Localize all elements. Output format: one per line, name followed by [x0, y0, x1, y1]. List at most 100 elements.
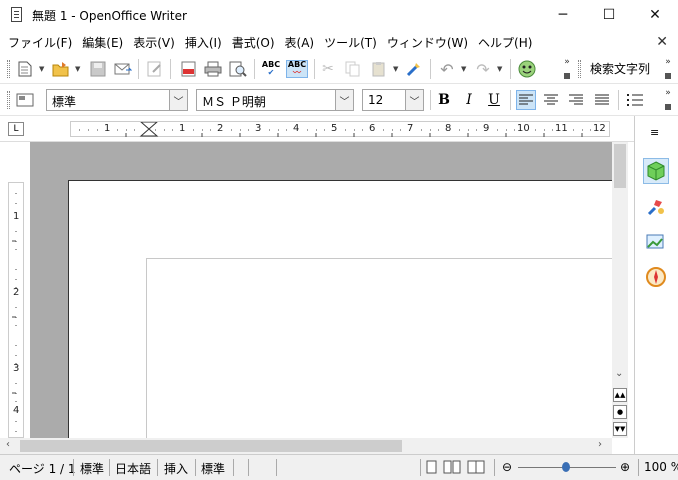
numbering-icon[interactable]	[625, 90, 645, 110]
open-dropdown-icon[interactable]: ▼	[75, 65, 80, 73]
align-center-button[interactable]	[541, 90, 561, 110]
clone-formatting-icon[interactable]	[405, 60, 423, 78]
menu-file[interactable]: ファイル(F)	[3, 34, 77, 51]
vertical-scroll-thumb[interactable]	[614, 144, 626, 188]
zoom-slider-handle[interactable]	[562, 462, 570, 472]
redo-icon[interactable]: ↷	[474, 60, 492, 79]
scroll-down-arrow-icon[interactable]: ⌄	[615, 368, 623, 379]
horizontal-scrollbar[interactable]: ‹ ›	[0, 438, 612, 454]
tab-stop-selector[interactable]: L	[8, 122, 24, 136]
toolbar-separator	[170, 59, 171, 79]
toolbar-grip[interactable]	[7, 91, 10, 109]
styles-icon[interactable]	[643, 194, 669, 220]
document-area[interactable]	[30, 142, 612, 438]
minimize-button[interactable]: ─	[540, 0, 586, 30]
navigator-smiley-icon[interactable]	[518, 60, 536, 78]
redo-dropdown-icon[interactable]: ▼	[497, 65, 502, 73]
scroll-right-arrow-icon[interactable]: ›	[598, 439, 602, 450]
zoom-level[interactable]: 100 %	[644, 460, 678, 474]
toolbar-overflow-icon[interactable]: »	[562, 57, 572, 81]
find-toolbar-overflow-icon[interactable]: »	[663, 57, 673, 81]
sidebar-menu-icon[interactable]: ≡	[650, 126, 659, 139]
insert-mode-indicator[interactable]: 挿入	[164, 460, 188, 477]
undo-icon[interactable]: ↶	[438, 60, 456, 79]
scroll-left-arrow-icon[interactable]: ‹	[6, 439, 10, 450]
underline-button[interactable]: U	[484, 90, 504, 110]
copy-icon[interactable]	[344, 60, 362, 78]
vertical-scrollbar[interactable]: ⌄ ▲▲ ● ▼▼	[612, 142, 628, 438]
paste-dropdown-icon[interactable]: ▼	[393, 65, 398, 73]
bold-button[interactable]: B	[434, 90, 454, 110]
ruler-strip[interactable]: 1 1 2 3 4 5 6 7 8 9 10 11 12	[70, 121, 610, 137]
text-boundary	[146, 258, 612, 259]
save-icon[interactable]	[89, 60, 107, 78]
menu-tools[interactable]: ツール(T)	[319, 34, 382, 51]
chevron-down-icon[interactable]: ﹀	[405, 90, 423, 110]
maximize-button[interactable]: ☐	[586, 0, 632, 30]
single-page-view-icon[interactable]	[426, 460, 438, 477]
paragraph-style-select[interactable]: 標準 ﹀	[46, 89, 188, 111]
toolbar-grip[interactable]	[7, 60, 10, 78]
email-icon[interactable]	[114, 60, 132, 78]
autospellcheck-icon[interactable]: ABC 〰	[286, 60, 308, 78]
font-name-select[interactable]: ＭＳ Ｐ明朝 ﹀	[196, 89, 354, 111]
multi-page-view-icon[interactable]	[443, 460, 461, 477]
ruler-label: 11	[555, 123, 568, 134]
new-dropdown-icon[interactable]: ▼	[39, 65, 44, 73]
selection-mode-indicator[interactable]: 標準	[201, 460, 225, 477]
chevron-down-icon[interactable]: ﹀	[335, 90, 353, 110]
title-bar: 無題 1 - OpenOffice Writer ─ ☐ ✕	[0, 0, 678, 30]
menu-window[interactable]: ウィンドウ(W)	[382, 34, 473, 51]
menu-help[interactable]: ヘルプ(H)	[473, 34, 537, 51]
find-text-label[interactable]: 検索文字列	[590, 60, 650, 77]
zoom-in-icon[interactable]: ⊕	[620, 460, 630, 474]
toolbar-grip[interactable]	[578, 60, 581, 78]
open-folder-icon[interactable]	[52, 60, 70, 78]
ruler-label: 1	[13, 211, 20, 222]
menu-view[interactable]: 表示(V)	[128, 34, 180, 51]
next-page-icon[interactable]: ▼▼	[613, 422, 627, 436]
justify-button[interactable]	[592, 90, 612, 110]
gallery-icon[interactable]	[643, 228, 669, 254]
menu-insert[interactable]: 挿入(I)	[180, 34, 227, 51]
close-button[interactable]: ✕	[632, 0, 678, 30]
navigation-icon[interactable]: ●	[613, 405, 627, 419]
ruler-label: 1	[179, 123, 186, 134]
menu-table[interactable]: 表(A)	[280, 34, 320, 51]
spellcheck-icon[interactable]: ABC ✔	[262, 60, 280, 78]
menu-format[interactable]: 書式(O)	[227, 34, 280, 51]
language-indicator[interactable]: 日本語	[115, 460, 151, 477]
vertical-ruler-strip[interactable]: 1 2 3 4	[8, 182, 24, 438]
new-document-icon[interactable]	[16, 60, 34, 78]
print-preview-icon[interactable]	[229, 60, 247, 78]
document-page[interactable]	[68, 180, 612, 438]
ruler-label: 7	[407, 123, 414, 134]
previous-page-icon[interactable]: ▲▲	[613, 388, 627, 402]
undo-dropdown-icon[interactable]: ▼	[461, 65, 466, 73]
align-left-button[interactable]	[516, 90, 536, 110]
paste-icon[interactable]	[370, 60, 388, 78]
navigator-icon[interactable]	[643, 264, 669, 290]
book-view-icon[interactable]	[467, 460, 485, 477]
edit-file-icon[interactable]	[146, 60, 164, 78]
cut-icon[interactable]: ✂	[319, 60, 337, 78]
ruler-label: 10	[517, 123, 530, 134]
print-icon[interactable]	[204, 60, 222, 78]
format-toolbar-overflow-icon[interactable]: »	[663, 88, 673, 112]
ruler-tick-marks	[79, 122, 591, 137]
italic-button[interactable]: I	[459, 90, 479, 110]
zoom-out-icon[interactable]: ⊖	[502, 460, 512, 474]
horizontal-scroll-thumb[interactable]	[20, 440, 402, 452]
close-document-icon[interactable]: ✕	[656, 34, 668, 50]
menu-edit[interactable]: 編集(E)	[77, 34, 128, 51]
page-style-indicator[interactable]: 標準	[80, 460, 104, 477]
properties-icon[interactable]	[643, 158, 669, 184]
font-size-select[interactable]: 12 ﹀	[362, 89, 424, 111]
styles-and-formatting-icon[interactable]	[16, 91, 34, 109]
toolbar-separator	[430, 59, 431, 79]
export-pdf-icon[interactable]	[180, 60, 198, 78]
page-indicator[interactable]: ページ 1 / 1	[9, 460, 76, 477]
align-right-button[interactable]	[566, 90, 586, 110]
chevron-down-icon[interactable]: ﹀	[169, 90, 187, 110]
ruler-label: 6	[369, 123, 376, 134]
